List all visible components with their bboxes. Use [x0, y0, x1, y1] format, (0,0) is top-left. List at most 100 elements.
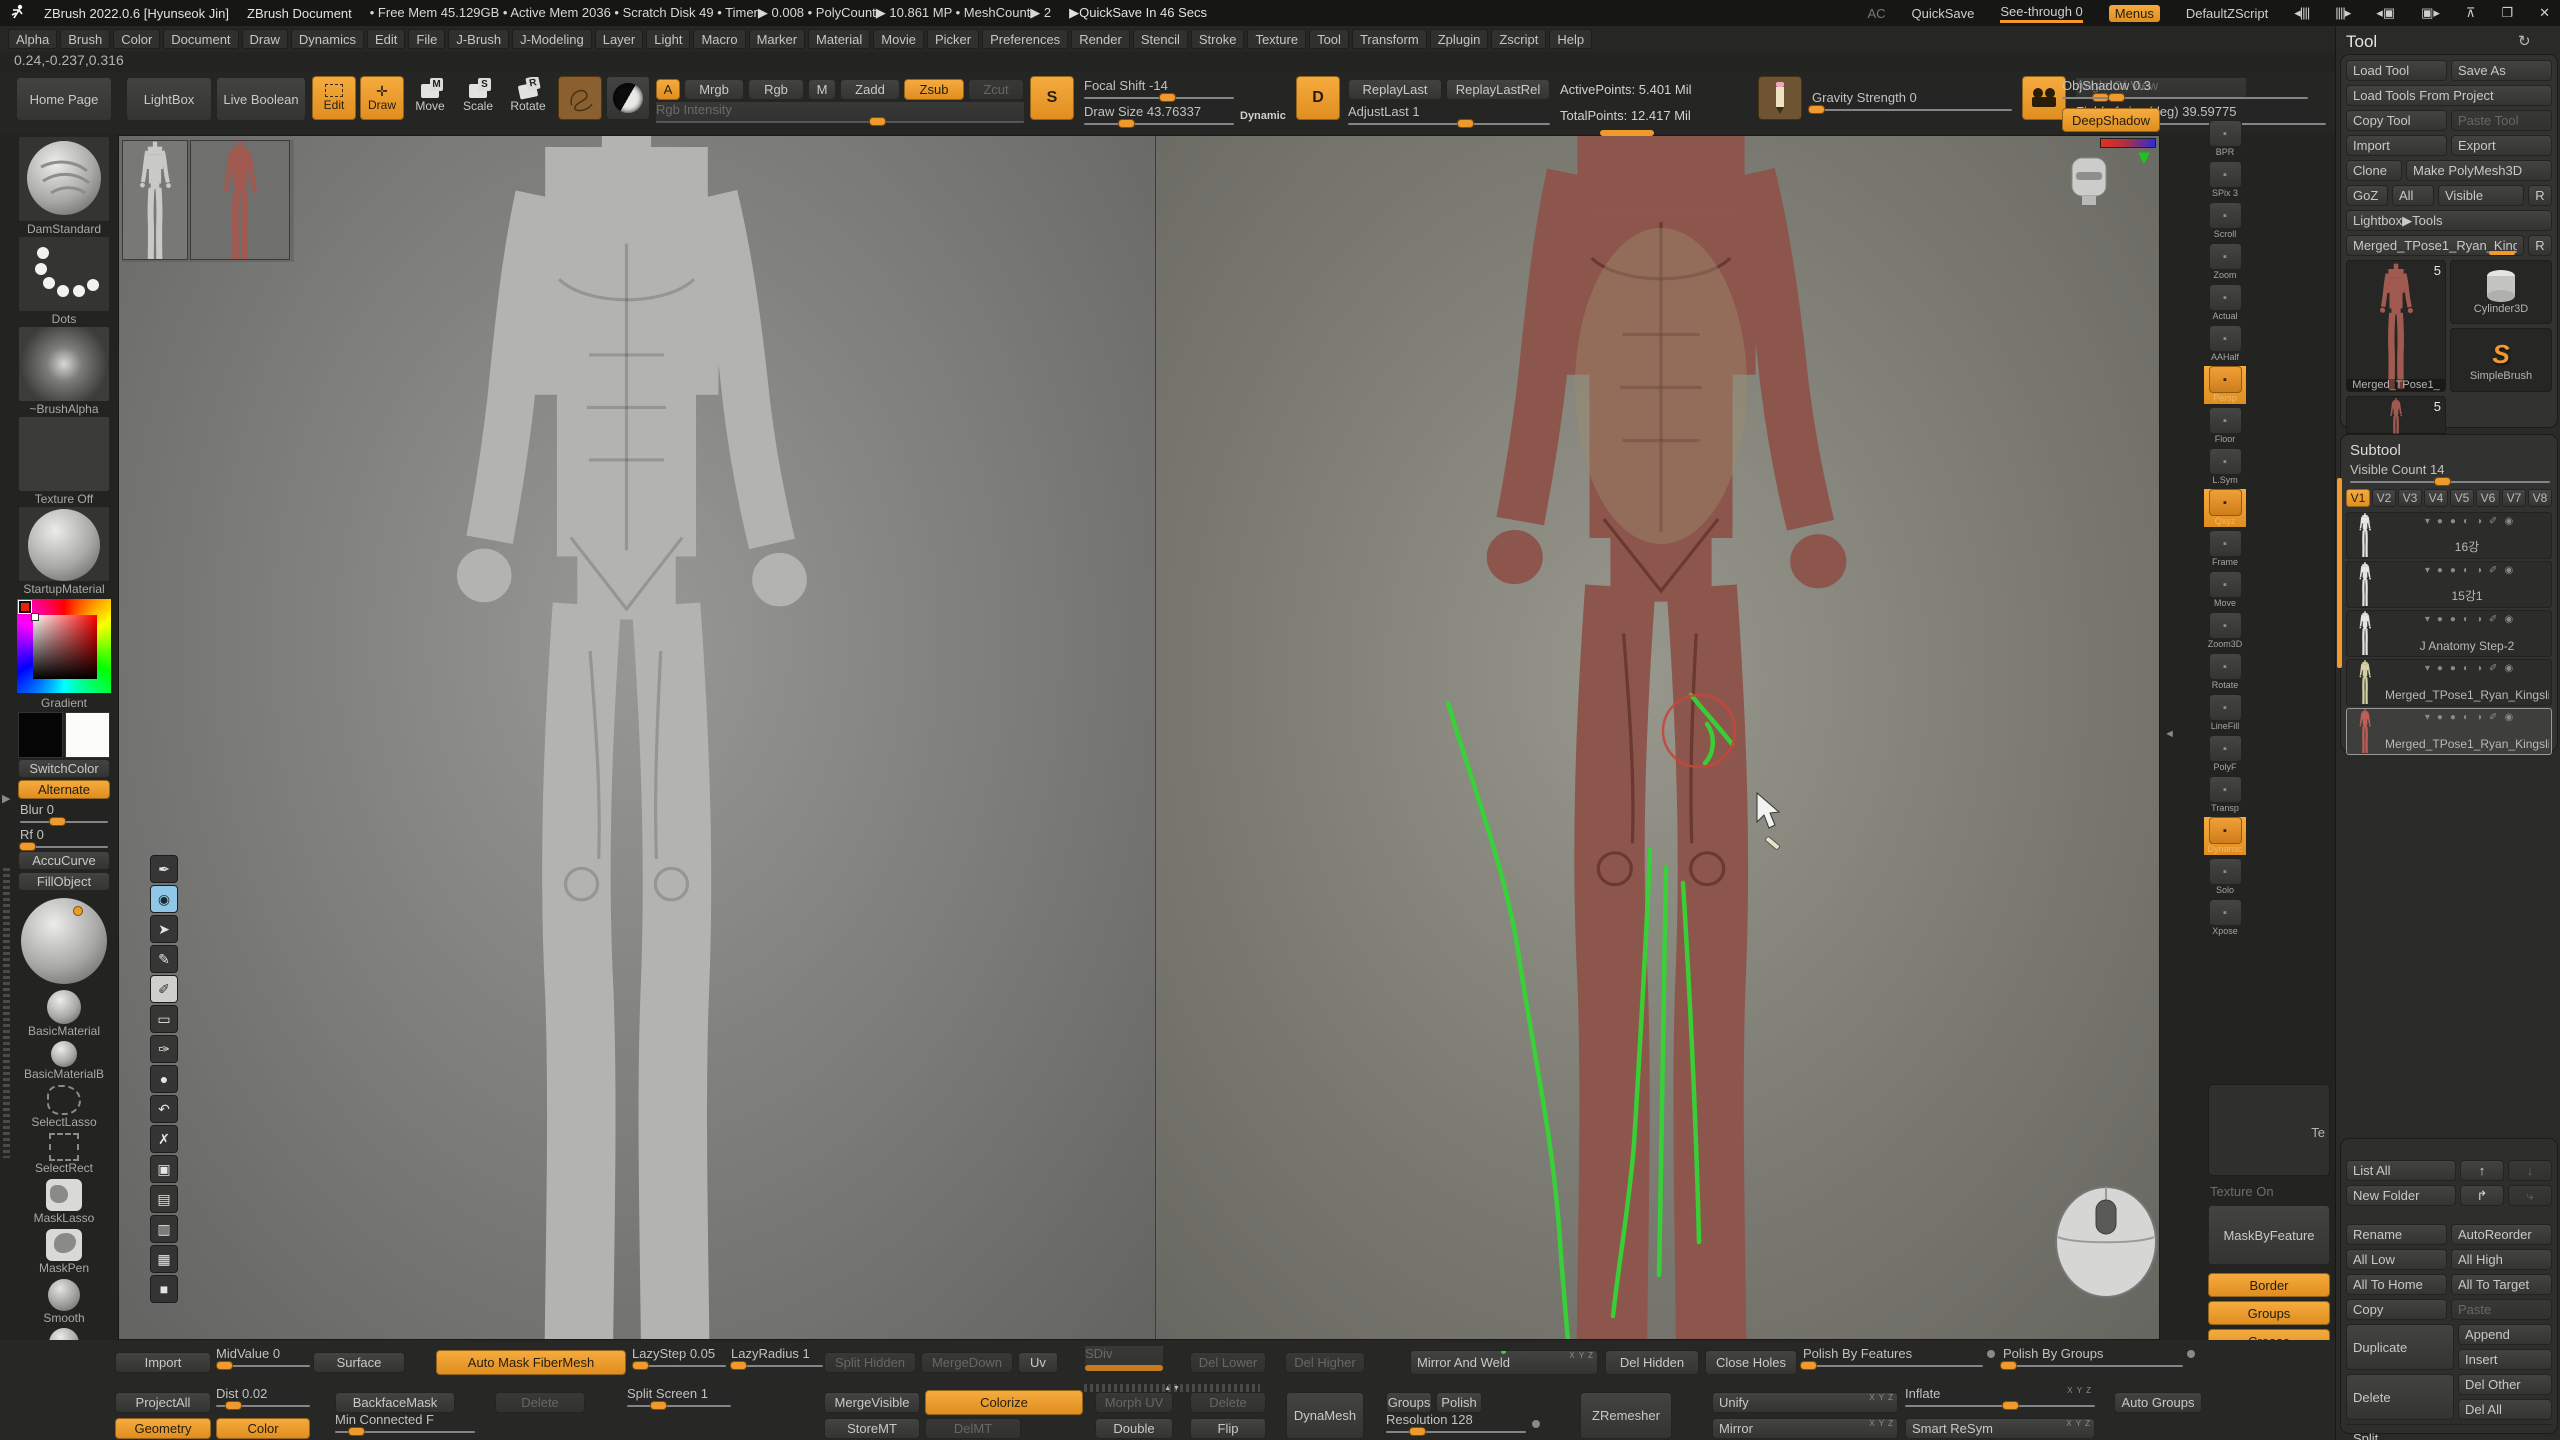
polypaint2-icon[interactable]: ● — [2450, 663, 2456, 674]
polypaint2-icon[interactable]: ● — [2450, 516, 2456, 527]
del-lower-button[interactable]: Del Lower — [1190, 1352, 1266, 1373]
move-down-button[interactable]: ↓ — [2508, 1160, 2552, 1181]
clone-button[interactable]: Clone — [2346, 160, 2402, 181]
right-shelf-item[interactable]: ▪ SPix 3 — [2204, 161, 2246, 199]
resolution-slider[interactable]: Resolution 128 — [1386, 1412, 1526, 1433]
visibility-eye-icon[interactable]: ◉ — [2504, 663, 2513, 674]
current-alpha-thumb[interactable] — [18, 326, 110, 402]
menu-item[interactable]: Light — [646, 29, 690, 49]
sdiv-slider[interactable]: SDiv — [1085, 1346, 1163, 1371]
fold-icon[interactable]: ▾ — [2425, 516, 2430, 527]
right-shelf-item[interactable]: ▪ Zoom — [2204, 243, 2246, 281]
auto-groups-button[interactable]: Auto Groups — [2114, 1392, 2202, 1413]
select-lasso-label[interactable]: SelectLasso — [18, 1115, 110, 1129]
edit-pen-icon[interactable]: ✐ — [2489, 565, 2497, 576]
right-shelf-item[interactable]: ▪ Move — [2204, 571, 2246, 609]
right-shelf-item[interactable]: ▪ Zoom3D — [2204, 612, 2246, 650]
make-polymesh3d-button[interactable]: Make PolyMesh3D — [2406, 160, 2552, 181]
polypaint2-icon[interactable]: ● — [2450, 712, 2456, 723]
import-fiber-button[interactable]: Import — [115, 1352, 211, 1373]
min-connected-slider[interactable]: Min Connected F — [335, 1412, 475, 1433]
version-tab[interactable]: V3 — [2398, 489, 2422, 507]
edit-pen-icon[interactable]: ✐ — [2489, 663, 2497, 674]
menu-item[interactable]: Brush — [60, 29, 110, 49]
copy-subtool-button[interactable]: Copy — [2346, 1299, 2447, 1320]
right-shelf-item[interactable]: ▪ Floor — [2204, 407, 2246, 445]
annotation-tool[interactable]: ▤ — [150, 1185, 178, 1213]
copy-tool-button[interactable]: Copy Tool — [2346, 110, 2447, 131]
store-mt-button[interactable]: StoreMT — [824, 1418, 920, 1439]
del-mt-button[interactable]: DelMT — [925, 1418, 1021, 1439]
home-page-button[interactable]: Home Page — [16, 77, 112, 121]
flip-button[interactable]: Flip — [1190, 1418, 1266, 1439]
edit-pen-icon[interactable]: ✐ — [2489, 614, 2497, 625]
del-hidden-button[interactable]: Del Hidden — [1605, 1350, 1699, 1375]
shelf-splitter[interactable]: ▲▼ — [1084, 1384, 1260, 1392]
all-low-button[interactable]: All Low — [2346, 1249, 2447, 1270]
rgb-button[interactable]: Rgb — [748, 79, 804, 100]
brush-preview-sphere[interactable] — [21, 898, 107, 984]
reference-thumb-muscle[interactable] — [190, 140, 290, 260]
export-button[interactable]: Export — [2451, 135, 2552, 156]
quicksave-button[interactable]: QuickSave — [1912, 6, 1975, 21]
annotation-tool[interactable]: ▭ — [150, 1005, 178, 1033]
polish-by-features-slider[interactable]: Polish By Features — [1803, 1346, 1983, 1367]
fold-icon[interactable]: ▾ — [2425, 565, 2430, 576]
basic-material-thumb[interactable] — [47, 990, 81, 1024]
load-tool-button[interactable]: Load Tool — [2346, 60, 2447, 81]
alternate-button[interactable]: Alternate — [18, 780, 110, 799]
alpha-a-chip[interactable]: A — [656, 79, 680, 100]
menu-item[interactable]: Macro — [693, 29, 745, 49]
polypaint2-icon[interactable]: ● — [2450, 614, 2456, 625]
polish-dynamesh-button[interactable]: Polish — [1436, 1392, 1482, 1413]
delete-proj-button[interactable]: Delete — [495, 1392, 585, 1413]
annotation-tool[interactable]: ↶ — [150, 1095, 178, 1123]
contrast-icon[interactable]: ◑ — [2476, 712, 2482, 723]
simple-brush-tool[interactable]: S SimpleBrush — [2450, 328, 2552, 392]
right-shelf-item[interactable]: ▪ Scroll — [2204, 202, 2246, 240]
right-shelf-item[interactable]: ▪ Xpose — [2204, 899, 2246, 937]
mirror-and-weld-button[interactable]: Mirror And WeldX Y Z — [1410, 1350, 1598, 1375]
contrast-icon[interactable]: ◑ — [2476, 516, 2482, 527]
edit-pen-icon[interactable]: ✐ — [2489, 712, 2497, 723]
right-shelf-item[interactable]: ▪ L.Sym — [2204, 448, 2246, 486]
load-tools-from-project-button[interactable]: Load Tools From Project — [2346, 85, 2552, 106]
annotation-tool[interactable]: ● — [150, 1065, 178, 1093]
right-shelf-item[interactable]: ▪ Dynamic — [2204, 817, 2246, 855]
version-tab[interactable]: V5 — [2450, 489, 2474, 507]
annotation-tool[interactable]: ✒ — [150, 855, 178, 883]
polypaint2-icon[interactable]: ● — [2450, 565, 2456, 576]
annotation-tool[interactable]: ■ — [150, 1275, 178, 1303]
brush-name[interactable]: DamStandard — [18, 222, 110, 236]
auto-reorder-button[interactable]: AutoReorder — [2451, 1224, 2552, 1245]
rename-button[interactable]: Rename — [2346, 1224, 2447, 1245]
gravity-strength-slider[interactable]: Gravity Strength 0 — [1812, 90, 2012, 111]
alpha-picker[interactable] — [606, 76, 650, 120]
menu-item[interactable]: Color — [113, 29, 160, 49]
save-as-button[interactable]: Save As — [2451, 60, 2552, 81]
close-holes-button[interactable]: Close Holes — [1705, 1350, 1797, 1375]
shade-icon[interactable]: ◐ — [2463, 614, 2469, 625]
menu-item[interactable]: Stencil — [1133, 29, 1188, 49]
adjust-last-slider[interactable]: AdjustLast 1 — [1348, 104, 1550, 125]
polypaint-icon[interactable]: ● — [2437, 565, 2443, 576]
menu-item[interactable]: Transform — [1352, 29, 1427, 49]
del-all-button[interactable]: Del All — [2458, 1399, 2552, 1420]
shade-icon[interactable]: ◐ — [2463, 516, 2469, 527]
menu-item[interactable]: Movie — [873, 29, 924, 49]
unify-button[interactable]: UnifyX Y Z — [1712, 1392, 1898, 1413]
canvas-right-view[interactable] — [1156, 136, 2160, 1340]
lazy-mouse-pencil-button[interactable] — [1758, 76, 1802, 120]
goz-visible-button[interactable]: Visible — [2438, 185, 2524, 206]
fold-icon[interactable]: ▾ — [2425, 663, 2430, 674]
reference-thumbnails[interactable] — [122, 140, 294, 262]
shade-icon[interactable]: ◐ — [2463, 663, 2469, 674]
mrgb-button[interactable]: Mrgb — [684, 79, 744, 100]
texture-on-label[interactable]: Texture On — [2210, 1184, 2332, 1199]
import-button[interactable]: Import — [2346, 135, 2447, 156]
divider-left-icon[interactable]: ◂|||| — [2294, 5, 2309, 21]
movie-camera-button[interactable] — [2022, 76, 2066, 120]
camera-head-icon[interactable] — [2064, 154, 2114, 211]
menu-item[interactable]: Edit — [367, 29, 405, 49]
tray-scrollbar[interactable] — [3, 868, 10, 1158]
